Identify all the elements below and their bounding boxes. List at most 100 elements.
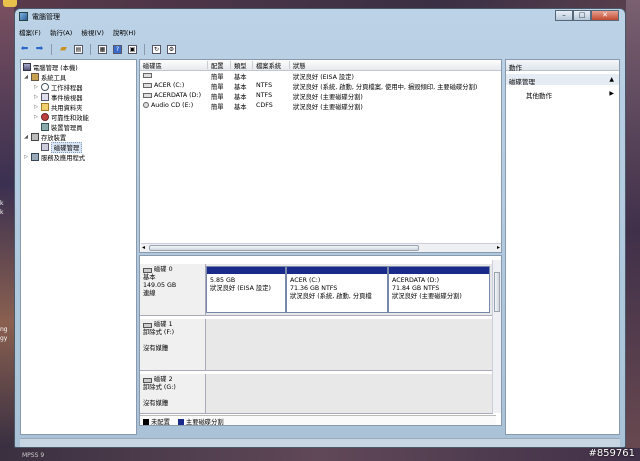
disk-row[interactable]: 磁碟 0 基本 149.05 GB 連線 5.85 GB 狀況良好 (EISA … [140, 264, 493, 316]
removable-disk-icon [143, 322, 152, 328]
computer-management-icon [19, 12, 28, 21]
scrollbar-thumb[interactable] [494, 272, 500, 312]
title-bar[interactable]: 電腦管理 – □ ✕ [15, 9, 625, 25]
partition-size: 71.36 GB NTFS [290, 285, 338, 292]
back-arrow-icon[interactable]: ⬅ [19, 44, 30, 55]
caption-buttons: – □ ✕ [555, 10, 619, 22]
refresh-icon[interactable]: ↻ [152, 44, 161, 54]
tree-label: 可靠性和效能 [51, 114, 89, 122]
tree-label: 磁碟管理 [51, 141, 83, 153]
navigation-tree: 電腦管理 (本機) ◢ 系統工具 ▷ 工作排程器 ▷ 事件檢視器 ▷ 共用資料夾… [20, 59, 137, 435]
expand-arrow-icon[interactable]: ▷ [33, 94, 39, 100]
shared-folder-icon [41, 103, 49, 111]
menu-help[interactable]: 說明(H) [113, 27, 136, 38]
expand-arrow-icon[interactable]: ▷ [33, 104, 39, 110]
scrollbar-thumb[interactable] [149, 245, 419, 251]
disk-row[interactable]: 磁碟 1 卸除式 (F:) 沒有媒體 [140, 319, 493, 371]
column-header-status[interactable]: 狀態 [290, 61, 501, 70]
volume-status: 狀況良好 (主要磁碟分割) [293, 94, 363, 101]
tree-label: 事件檢視器 [51, 94, 83, 102]
horizontal-scrollbar[interactable]: ◂ ▸ [141, 243, 501, 252]
collapse-up-icon[interactable]: ▲ [609, 76, 614, 83]
scroll-left-icon[interactable]: ◂ [142, 244, 145, 251]
table-row[interactable]: Audio CD (E:) 簡單 基本 CDFS 狀況良好 (主要磁碟分割) [140, 101, 501, 111]
tree-item-system-tools[interactable]: ◢ 系統工具 [23, 72, 66, 82]
volume-fs: CDFS [256, 102, 273, 109]
column-header-filesystem[interactable]: 檔案系統 [253, 61, 290, 70]
desktop-corner-icon [3, 0, 17, 7]
partition-acer-c[interactable]: ACER (C:) 71.36 GB NTFS 狀況良好 (系統, 啟動, 分頁… [286, 266, 388, 313]
disk-label[interactable]: 磁碟 1 卸除式 (F:) 沒有媒體 [140, 319, 206, 371]
menu-file[interactable]: 檔案(F) [19, 27, 41, 38]
disk-management-icon [41, 143, 49, 151]
partition-title: ACER (C:) [290, 277, 321, 284]
tree-item-services[interactable]: ▷ 服務及應用程式 [23, 152, 85, 162]
export-icon[interactable]: ▣ [128, 44, 137, 54]
scroll-right-icon[interactable]: ▸ [497, 244, 500, 251]
legend-item: 主要磁碟分割 [177, 417, 224, 425]
desktop-side-text: k [0, 200, 4, 207]
table-row[interactable]: ACER (C:) 簡單 基本 NTFS 狀況良好 (系統, 啟動, 分頁檔案,… [140, 81, 501, 91]
disk-size: 149.05 GB [143, 282, 177, 289]
up-folder-icon[interactable]: ▰ [58, 44, 69, 55]
disk-row[interactable]: 磁碟 2 卸除式 (G:) 沒有媒體 [140, 374, 493, 414]
tree-label: 服務及應用程式 [41, 154, 86, 162]
actions-more-actions[interactable]: 其他動作 ▶ [506, 88, 619, 100]
tree-label: 存放裝置 [41, 134, 67, 142]
volume-layout: 簡單 [211, 104, 224, 111]
toolbar: ⬅ ➡ ▰ ▤ ▦ ? ▣ ↻ ⚙ [19, 42, 177, 56]
close-button[interactable]: ✕ [591, 10, 619, 21]
expand-arrow-icon[interactable]: ▷ [33, 84, 39, 90]
tree-label: 系統工具 [41, 74, 67, 82]
collapse-arrow-icon[interactable]: ◢ [23, 134, 29, 140]
table-row[interactable]: 簡單 基本 狀況良好 (EISA 設定) [140, 71, 501, 81]
properties-icon[interactable]: ▦ [98, 44, 107, 54]
vertical-scrollbar[interactable] [492, 260, 501, 413]
partition-acerdata-d[interactable]: ACERDATA (D:) 71.84 GB NTFS 狀況良好 (主要磁碟分割… [388, 266, 490, 313]
volume-name: ACERDATA (D:) [154, 92, 202, 99]
disk-name: 磁碟 0 [154, 266, 173, 273]
disk-state: 連線 [143, 290, 156, 297]
partition-color-bar [389, 267, 489, 274]
tree-item-reliability[interactable]: ▷ 可靠性和效能 [33, 112, 89, 122]
partition-area: 5.85 GB 狀況良好 (EISA 設定) ACER (C:) 71.36 G… [206, 264, 493, 316]
actions-pane: 動作 磁碟管理 ▲ 其他動作 ▶ [505, 59, 620, 435]
tree-item-disk-management[interactable]: 磁碟管理 [41, 141, 83, 153]
collapse-arrow-icon[interactable]: ◢ [23, 74, 29, 80]
tree-item-event-viewer[interactable]: ▷ 事件檢視器 [33, 92, 82, 102]
partition-size: 5.85 GB [210, 277, 236, 284]
menu-view[interactable]: 檢視(V) [81, 27, 104, 38]
volume-fs: NTFS [256, 82, 273, 89]
forward-arrow-icon[interactable]: ➡ [34, 44, 45, 55]
show-hide-tree-icon[interactable]: ▤ [74, 44, 83, 54]
volume-type: 基本 [234, 74, 247, 81]
menu-action[interactable]: 執行(A) [50, 27, 73, 38]
volume-type: 基本 [234, 94, 247, 101]
disk-label[interactable]: 磁碟 2 卸除式 (G:) 沒有媒體 [140, 374, 206, 414]
maximize-button[interactable]: □ [573, 10, 591, 21]
tree-item-device-manager[interactable]: 裝置管理員 [41, 122, 82, 132]
taskbar-text: MPSS 9 [22, 452, 45, 459]
disk-name: 磁碟 2 [154, 376, 173, 383]
partition-area-empty [206, 374, 493, 414]
actions-section-disk-management[interactable]: 磁碟管理 ▲ [506, 74, 619, 86]
toolbar-separator [144, 43, 145, 55]
expand-arrow-icon[interactable]: ▷ [33, 114, 39, 120]
settings-icon[interactable]: ⚙ [167, 44, 176, 54]
tree-item-task-scheduler[interactable]: ▷ 工作排程器 [33, 82, 82, 92]
column-header-type[interactable]: 類型 [231, 61, 253, 70]
tree-item-shared-folders[interactable]: ▷ 共用資料夾 [33, 102, 82, 112]
column-header-layout[interactable]: 配置 [208, 61, 231, 70]
taskbar-strip [0, 448, 640, 461]
tree-item-storage[interactable]: ◢ 存放裝置 [23, 132, 66, 142]
volume-icon [143, 92, 152, 98]
help-icon[interactable]: ? [113, 44, 122, 54]
partition-eisa[interactable]: 5.85 GB 狀況良好 (EISA 設定) [206, 266, 286, 313]
expand-arrow-icon[interactable]: ▷ [23, 154, 29, 160]
submenu-arrow-icon: ▶ [609, 90, 614, 97]
tree-item-root[interactable]: 電腦管理 (本機) [23, 62, 78, 72]
disk-label[interactable]: 磁碟 0 基本 149.05 GB 連線 [140, 264, 206, 316]
minimize-button[interactable]: – [555, 10, 573, 21]
table-row[interactable]: ACERDATA (D:) 簡單 基本 NTFS 狀況良好 (主要磁碟分割) [140, 91, 501, 101]
column-header-volume[interactable]: 磁碟區 [140, 61, 208, 70]
